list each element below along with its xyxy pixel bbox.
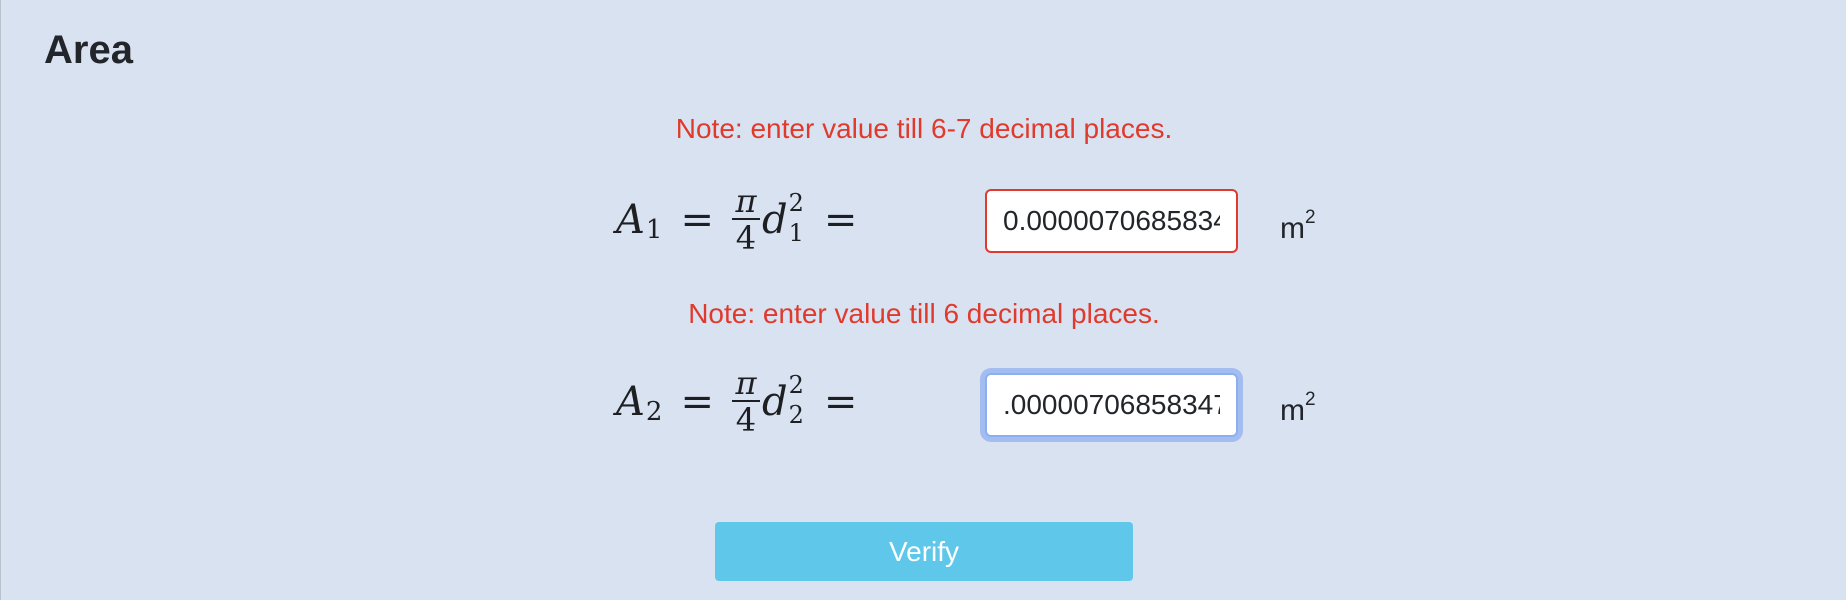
formula-a2-superscript: 2 [788,371,804,399]
note-a1: Note: enter value till 6-7 decimal place… [675,113,1173,144]
formula-a2-denominator: 4 [735,401,757,439]
formula-a2: A 2 = π 4 d 2 2 = [616,362,875,442]
page-title: Area [44,28,133,72]
formula-a1-scripts: 2 1 [788,191,804,247]
area-a2-input[interactable] [985,373,1238,437]
unit-a1-base: m [1280,212,1305,245]
area-a1-input[interactable] [985,189,1238,253]
unit-a2: m2 [1280,386,1316,429]
verify-button[interactable]: Verify [715,522,1133,581]
formula-a1-equals: = [680,197,714,243]
formula-a1-lhs-sub: 1 [645,215,663,245]
unit-a1-exponent: 2 [1305,207,1316,228]
formula-a1: A 1 = π 4 d 2 1 = [616,180,875,260]
formula-a2-equals: = [680,379,714,425]
formula-a1-diameter-var: d [761,197,788,243]
formula-a1-superscript: 2 [788,189,804,217]
formula-a2-lhs-var: A [616,379,645,425]
unit-a2-exponent: 2 [1305,389,1316,410]
formula-a2-lhs-sub: 2 [645,397,663,427]
formula-a2-scripts: 2 2 [788,373,804,429]
formula-a2-equals-2: = [823,379,858,425]
formula-a2-numerator: π [735,364,757,402]
formula-a1-numerator: π [735,182,757,220]
note-a2: Note: enter value till 6 decimal places. [688,298,1160,329]
formula-a1-lhs-var: A [616,197,645,243]
formula-a1-subscript: 1 [788,219,804,247]
unit-a1: m2 [1280,204,1316,247]
formula-a2-subscript: 2 [788,401,804,429]
formula-a1-denominator: 4 [735,219,757,257]
unit-a2-base: m [1280,394,1305,427]
formula-a1-fraction: π 4 [731,182,760,257]
formula-a2-fraction: π 4 [731,364,760,439]
formula-a1-equals-2: = [823,197,858,243]
formula-a2-diameter-var: d [761,379,788,425]
